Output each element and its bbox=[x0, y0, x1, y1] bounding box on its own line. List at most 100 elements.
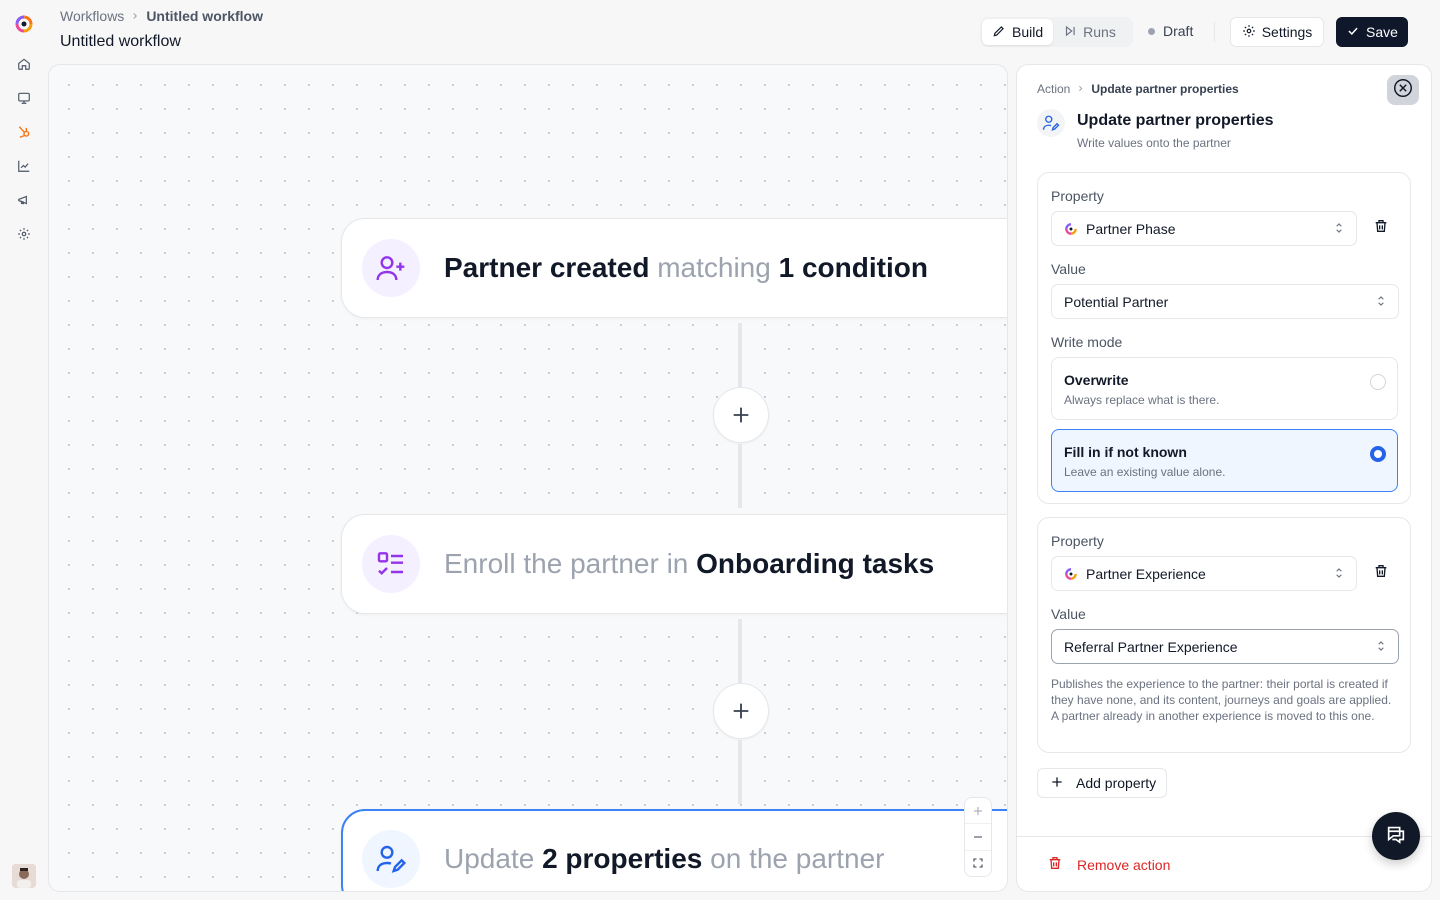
trigger-text: Partner created matching 1 condition bbox=[444, 252, 928, 283]
connector-line bbox=[738, 444, 742, 508]
delete-property-button[interactable] bbox=[1369, 216, 1393, 240]
write-mode-fill-in[interactable]: Fill in if not known Leave an existing v… bbox=[1051, 429, 1398, 492]
chevron-right-icon bbox=[1076, 82, 1085, 96]
checklist-icon bbox=[362, 535, 420, 593]
play-step-icon bbox=[1063, 24, 1077, 41]
panel-breadcrumb-root[interactable]: Action bbox=[1037, 82, 1070, 96]
zoom-in-button[interactable] bbox=[965, 798, 991, 825]
trash-icon bbox=[1047, 855, 1063, 874]
update-properties-node[interactable]: Update 2 properties on the partner bbox=[341, 809, 1007, 891]
panel-breadcrumb: Action Update partner properties bbox=[1037, 82, 1239, 96]
remove-action-button[interactable]: Remove action bbox=[1047, 855, 1170, 874]
add-property-button[interactable]: Add property bbox=[1037, 768, 1168, 798]
pencil-icon bbox=[992, 24, 1006, 41]
check-icon bbox=[1346, 24, 1360, 41]
home-icon[interactable] bbox=[14, 54, 34, 74]
gear-icon[interactable] bbox=[14, 224, 34, 244]
monitor-icon[interactable] bbox=[14, 88, 34, 108]
connector-line bbox=[738, 619, 742, 683]
add-property-label: Add property bbox=[1076, 775, 1157, 791]
close-icon bbox=[1392, 77, 1414, 104]
tab-runs[interactable]: Runs bbox=[1053, 19, 1126, 45]
app-logo[interactable] bbox=[12, 12, 36, 36]
page-title[interactable]: Untitled workflow bbox=[60, 33, 181, 51]
add-step-button[interactable] bbox=[713, 387, 769, 443]
property-select-value: Partner Experience bbox=[1086, 565, 1206, 582]
user-edit-icon bbox=[1037, 109, 1065, 137]
zoom-controls bbox=[964, 797, 992, 877]
chat-button[interactable] bbox=[1372, 812, 1420, 860]
user-avatar[interactable] bbox=[12, 864, 36, 888]
delete-property-button[interactable] bbox=[1369, 561, 1393, 585]
breadcrumb-workflows[interactable]: Workflows bbox=[60, 8, 124, 24]
chevron-up-down-icon bbox=[1332, 566, 1346, 583]
divider bbox=[1214, 22, 1215, 42]
option-title: Overwrite bbox=[1064, 372, 1129, 388]
enroll-step-text: Enroll the partner in Onboarding tasks bbox=[444, 548, 935, 579]
property-icon bbox=[1064, 567, 1078, 581]
view-toggle: Build Runs bbox=[980, 17, 1133, 47]
save-label: Save bbox=[1366, 24, 1398, 40]
option-description: Always replace what is there. bbox=[1064, 393, 1220, 407]
zoom-out-button[interactable] bbox=[965, 824, 991, 851]
chevron-right-icon bbox=[130, 8, 140, 24]
panel-title: Update partner properties bbox=[1077, 112, 1274, 129]
tab-build[interactable]: Build bbox=[982, 19, 1054, 45]
connector-line bbox=[738, 740, 742, 804]
value-select[interactable]: Referral Partner Experience bbox=[1051, 629, 1399, 664]
status-label: Draft bbox=[1163, 23, 1194, 39]
panel-subtitle: Write values onto the partner bbox=[1077, 136, 1231, 150]
value-select[interactable]: Potential Partner bbox=[1051, 284, 1399, 319]
panel-breadcrumb-current: Update partner properties bbox=[1091, 82, 1239, 96]
value-label: Value bbox=[1051, 606, 1086, 622]
property-select[interactable]: Partner Experience bbox=[1051, 556, 1357, 591]
radio-button[interactable] bbox=[1370, 374, 1386, 390]
action-panel: Action Update partner properties Update … bbox=[1016, 64, 1432, 892]
trash-icon bbox=[1373, 563, 1389, 584]
trash-icon bbox=[1373, 218, 1389, 239]
workflow-canvas[interactable]: Partner created matching 1 condition Enr… bbox=[48, 64, 1008, 892]
write-mode-overwrite[interactable]: Overwrite Always replace what is there. bbox=[1051, 357, 1398, 420]
settings-button[interactable]: Settings bbox=[1230, 17, 1324, 47]
value-select-value: Potential Partner bbox=[1064, 293, 1169, 310]
tab-runs-label: Runs bbox=[1083, 24, 1116, 40]
enroll-step-node[interactable]: Enroll the partner in Onboarding tasks bbox=[341, 514, 1007, 614]
property-label: Property bbox=[1051, 188, 1104, 204]
hubspot-icon[interactable] bbox=[14, 122, 34, 142]
fit-view-button[interactable] bbox=[965, 851, 991, 876]
close-panel-button[interactable] bbox=[1387, 75, 1419, 105]
breadcrumb-current: Untitled workflow bbox=[146, 8, 263, 24]
radio-button-selected[interactable] bbox=[1370, 446, 1386, 462]
chat-icon bbox=[1385, 823, 1407, 850]
user-edit-icon bbox=[362, 830, 420, 888]
write-mode-label: Write mode bbox=[1051, 334, 1123, 350]
property-card: Property Partner Experience Value Referr… bbox=[1037, 517, 1411, 753]
chevron-up-down-icon bbox=[1374, 639, 1388, 656]
chevron-up-down-icon bbox=[1374, 294, 1388, 311]
add-step-button[interactable] bbox=[713, 683, 769, 739]
property-icon bbox=[1064, 222, 1078, 236]
property-select[interactable]: Partner Phase bbox=[1051, 211, 1357, 246]
panel-footer-divider bbox=[1017, 836, 1431, 837]
plus-icon bbox=[1050, 775, 1064, 792]
value-select-value: Referral Partner Experience bbox=[1064, 638, 1238, 655]
connector-line bbox=[738, 323, 742, 387]
property-select-value: Partner Phase bbox=[1086, 220, 1176, 237]
update-step-text: Update 2 properties on the partner bbox=[444, 843, 885, 874]
option-title: Fill in if not known bbox=[1064, 444, 1187, 460]
gear-icon bbox=[1242, 24, 1256, 41]
remove-action-label: Remove action bbox=[1077, 856, 1171, 873]
property-label: Property bbox=[1051, 533, 1104, 549]
option-description: Leave an existing value alone. bbox=[1064, 465, 1226, 479]
tab-build-label: Build bbox=[1012, 24, 1044, 40]
megaphone-icon[interactable] bbox=[14, 190, 34, 210]
app-sidebar bbox=[0, 0, 48, 900]
save-button[interactable]: Save bbox=[1336, 17, 1408, 47]
settings-label: Settings bbox=[1261, 24, 1313, 40]
chevron-up-down-icon bbox=[1332, 221, 1346, 238]
chart-icon[interactable] bbox=[14, 156, 34, 176]
value-label: Value bbox=[1051, 261, 1086, 277]
status-dot bbox=[1148, 27, 1155, 35]
property-card: Property Partner Phase Value Potential P… bbox=[1037, 172, 1411, 504]
trigger-node[interactable]: Partner created matching 1 condition bbox=[341, 218, 1007, 318]
